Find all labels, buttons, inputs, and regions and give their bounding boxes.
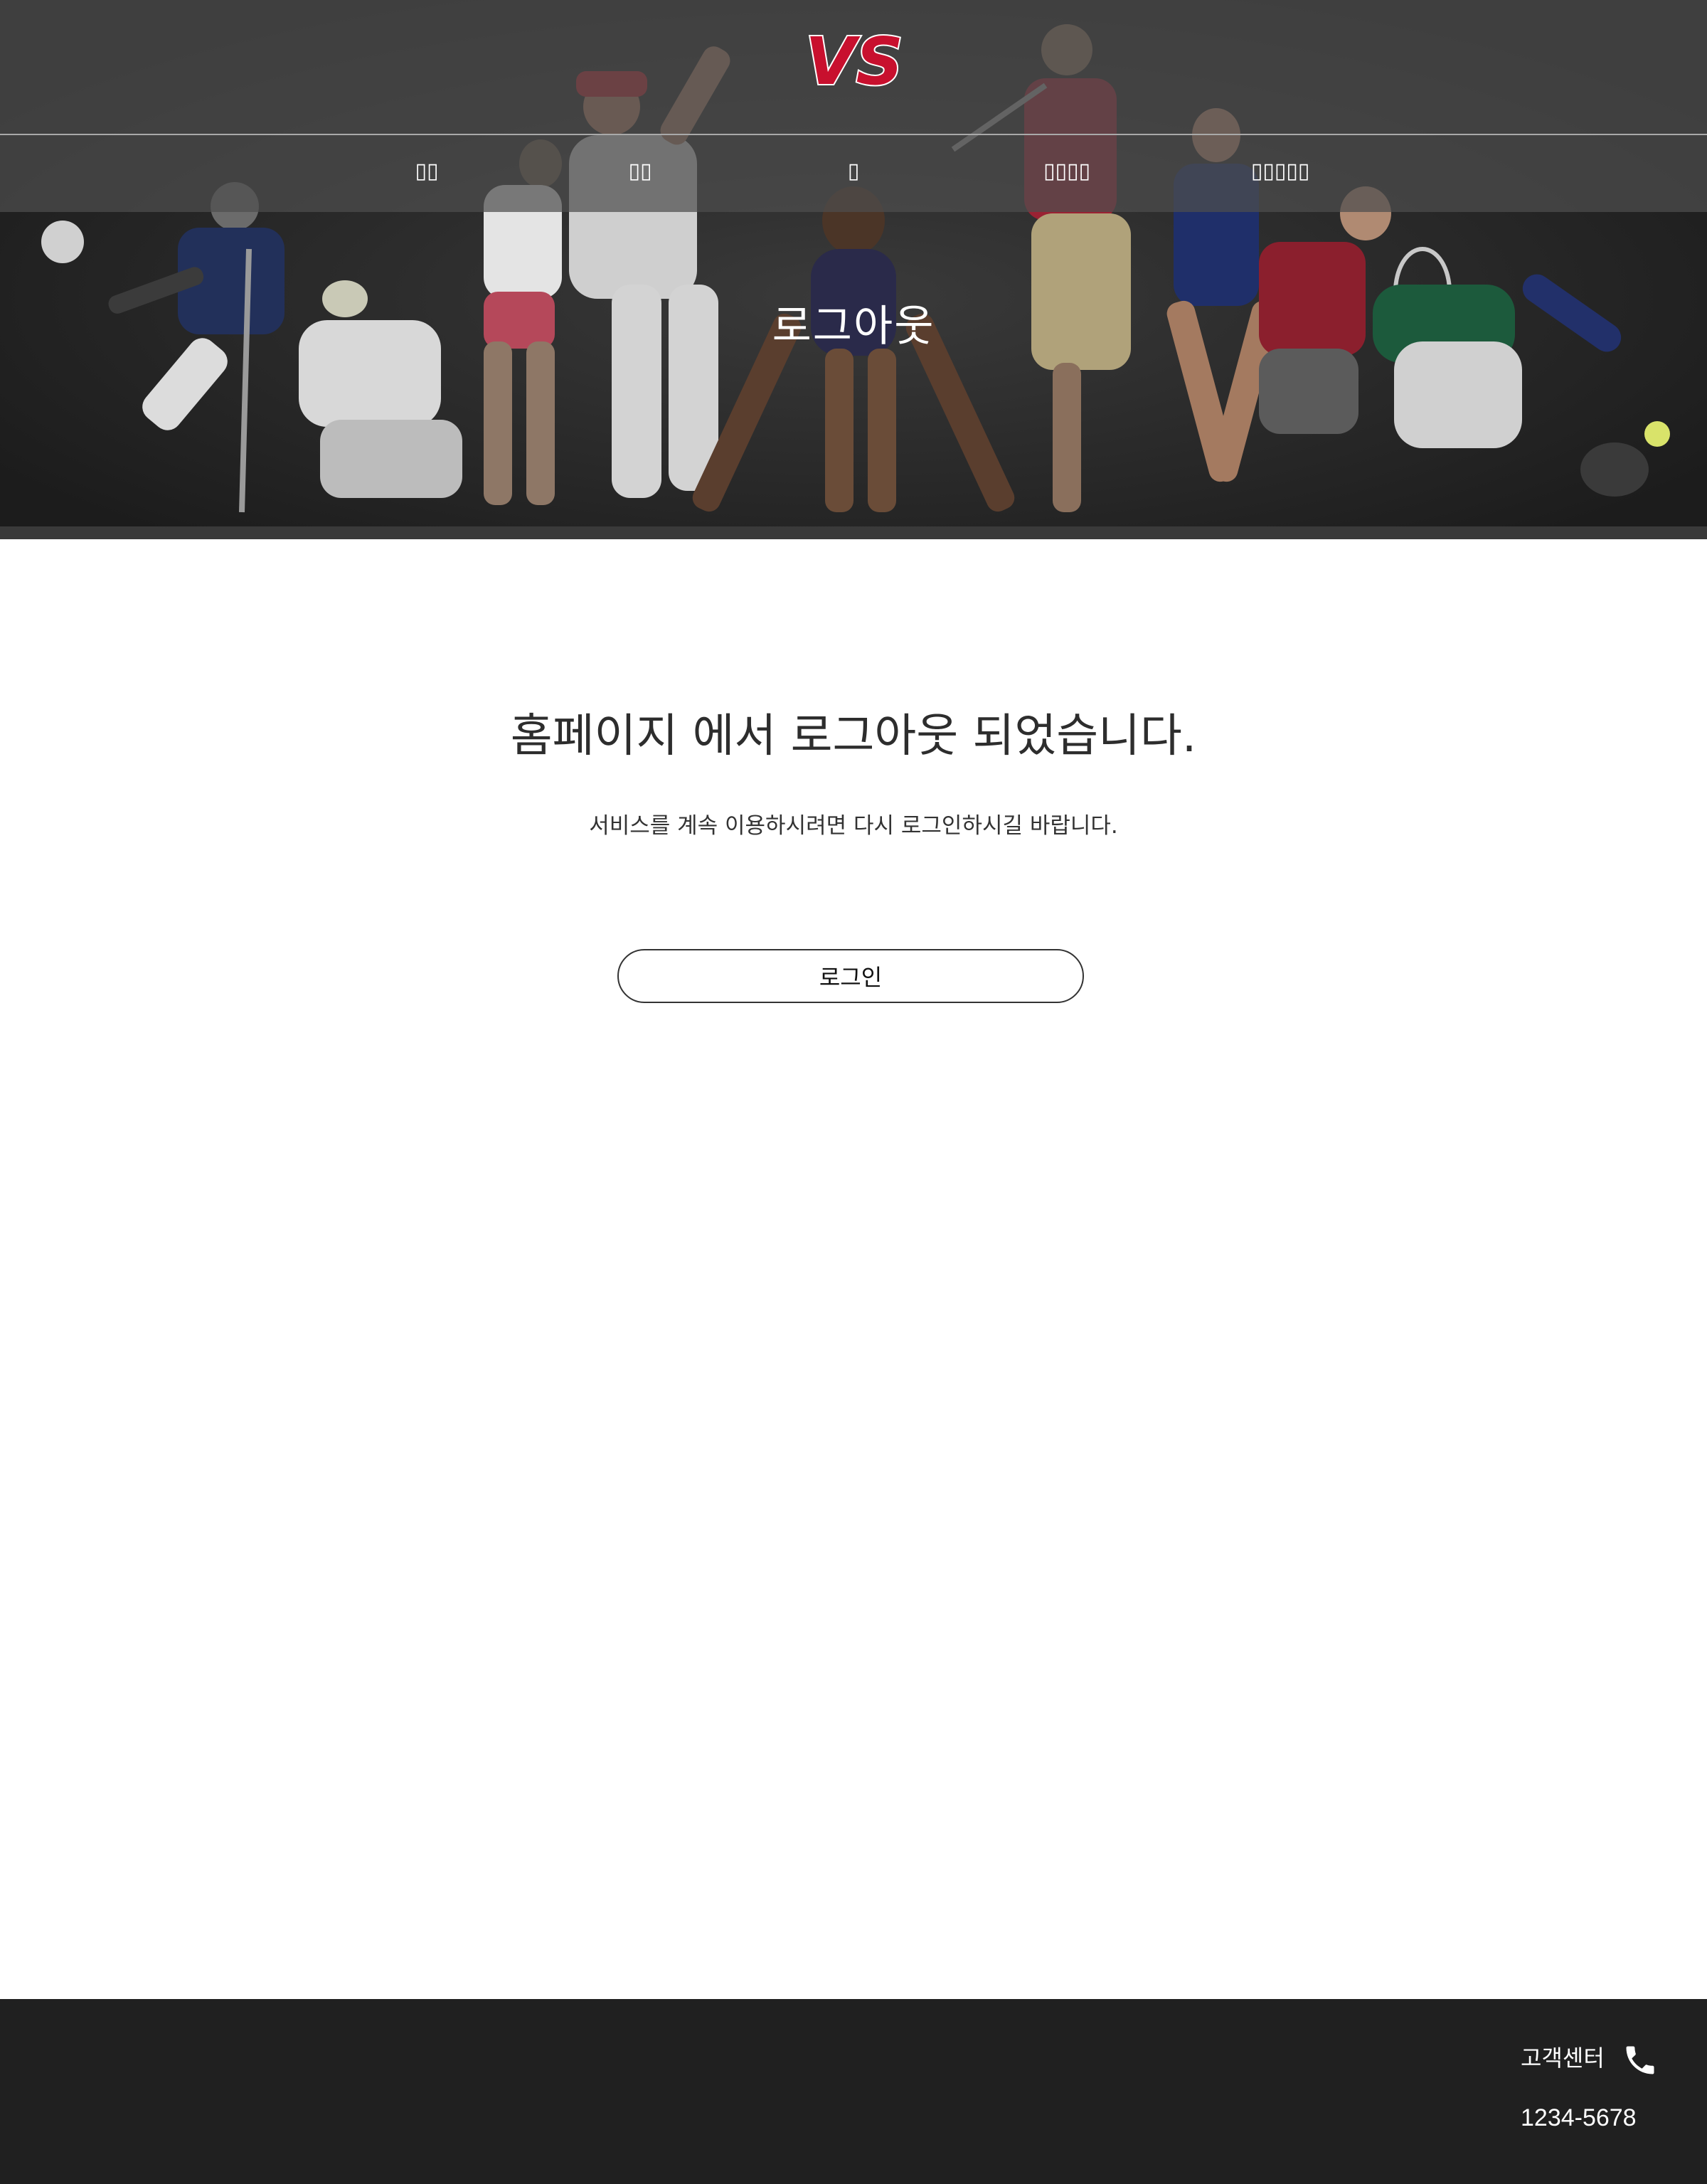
hero-title: 로그아웃 bbox=[772, 302, 935, 351]
nav-item-4[interactable]: ▯▯▯▯ bbox=[1043, 155, 1090, 188]
customer-center-number: 1234-5678 bbox=[1521, 2104, 1637, 2131]
nav-item-1[interactable]: ▯▯ bbox=[415, 155, 438, 188]
nav-item-3[interactable]: ▯ bbox=[848, 155, 860, 188]
phone-icon bbox=[1626, 2046, 1654, 2074]
footer bbox=[0, 1999, 1707, 2184]
login-button[interactable]: 로그인 bbox=[617, 949, 1084, 1003]
svg-text:VS: VS bbox=[805, 23, 903, 100]
nav-item-2[interactable]: ▯▯ bbox=[628, 155, 652, 188]
main-nav: ▯▯ ▯▯ ▯ ▯▯▯▯ ▯▯▯▯▯ bbox=[0, 135, 1707, 212]
hero-banner: VS ▯▯ ▯▯ ▯ ▯▯▯▯ ▯▯▯▯▯ 로그아웃 bbox=[0, 0, 1707, 539]
nav-item-5[interactable]: ▯▯▯▯▯ bbox=[1251, 155, 1310, 188]
vs-logo[interactable]: VS bbox=[801, 21, 908, 107]
customer-center-label: 고객센터 bbox=[1521, 2045, 1605, 2072]
logout-heading: 홈페이지 에서 로그아웃 되었습니다. bbox=[510, 709, 1197, 763]
logout-message: 서비스를 계속 이용하시려면 다시 로그인하시길 바랍니다. bbox=[589, 813, 1118, 839]
hero-ground bbox=[0, 526, 1707, 539]
